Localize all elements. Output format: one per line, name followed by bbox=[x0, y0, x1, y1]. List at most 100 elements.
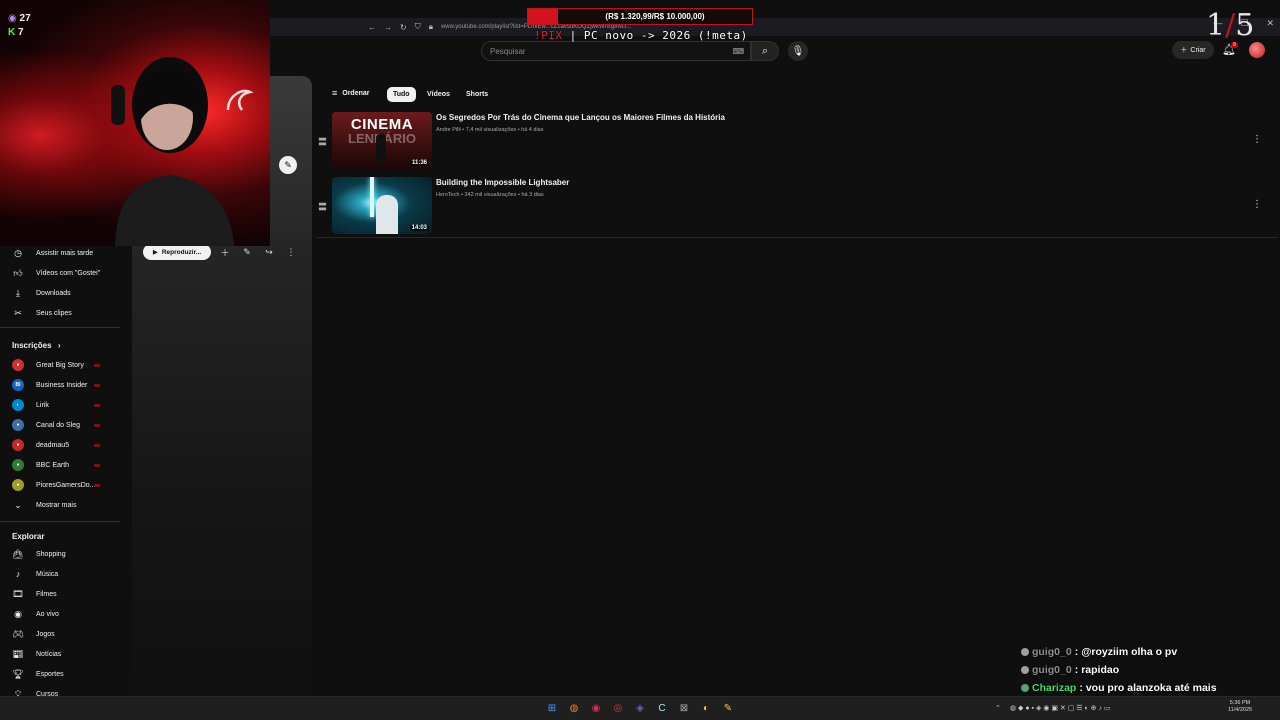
sidebar-item-show-more[interactable]: ⌄ Mostrar mais bbox=[12, 495, 76, 515]
thumbnail-figure bbox=[376, 195, 398, 234]
create-button[interactable]: ＋ Criar bbox=[1172, 41, 1214, 59]
pencil-icon[interactable]: ✎ bbox=[279, 156, 297, 174]
sidebar-item-subscription[interactable]: ● deadmau5 bbox=[12, 435, 100, 455]
windows-start-icon[interactable]: ⊞ bbox=[545, 701, 559, 715]
live-indicator bbox=[94, 444, 100, 447]
sort-button[interactable]: ≡ Ordenar bbox=[332, 88, 370, 98]
film-icon: 🎞︎ bbox=[12, 588, 24, 599]
more-vert-icon[interactable]: ⋮ bbox=[283, 244, 299, 260]
chip-videos[interactable]: Vídeos bbox=[421, 87, 456, 102]
tray-app-icon[interactable]: ◍ ◆ ● ▪ ◈ ◉ ▣ ✕ ▢ ☰ ◐ ⊕ ♪ ▭ bbox=[1010, 704, 1111, 712]
sidebar-item-subscription[interactable]: BI Business Insider bbox=[12, 375, 100, 395]
sidebar-item-subscription[interactable]: ◐ Lirik bbox=[12, 395, 100, 415]
edit-icon[interactable]: ✎ bbox=[239, 244, 255, 260]
donation-goal-bar: (R$ 1.320,99/R$ 10.000,00) bbox=[527, 8, 753, 25]
search-input[interactable]: Pesquisar ⌨ bbox=[481, 41, 751, 61]
sidebar-item-label: Filmes bbox=[36, 590, 57, 598]
chat-text: @royziim olha o pv bbox=[1081, 646, 1178, 658]
playlist-video-row[interactable]: 〓 14:03 Building the Impossible Lightsab… bbox=[316, 177, 1278, 241]
chat-badge-icon bbox=[1021, 666, 1029, 674]
add-icon[interactable]: ＋ bbox=[217, 244, 233, 260]
channel-avatar: ● bbox=[12, 419, 24, 431]
discord-icon[interactable]: ◈ bbox=[633, 701, 647, 715]
sidebar-item-subscription[interactable]: ● Canal do Sleg bbox=[12, 415, 100, 435]
pix-banner: !PIX | PC novo -> 2026 (!meta) bbox=[534, 29, 748, 42]
app-leaf-icon[interactable]: ✎ bbox=[721, 701, 735, 715]
sidebar-divider bbox=[0, 521, 120, 522]
chat-message: guig0_0: rapidao bbox=[1021, 664, 1119, 676]
video-duration: 14:03 bbox=[409, 225, 429, 231]
tray-chevron-icon[interactable]: ⌃ bbox=[995, 704, 1001, 712]
sidebar-item-label: BBC Earth bbox=[36, 461, 70, 469]
video-title[interactable]: Os Segredos Por Trás do Cinema que Lanço… bbox=[436, 113, 725, 122]
sidebar-item-gaming[interactable]: 🎮︎ Jogos bbox=[12, 624, 55, 644]
live-indicator bbox=[94, 364, 100, 367]
avatar[interactable] bbox=[1249, 42, 1265, 58]
sidebar-item-subscription[interactable]: ● BBC Earth bbox=[12, 455, 100, 475]
sidebar-item-music[interactable]: ♪ Música bbox=[12, 564, 58, 584]
chat-username: Charizap bbox=[1032, 682, 1077, 694]
forward-icon[interactable]: → bbox=[384, 23, 392, 32]
sidebar-item-news[interactable]: 📰︎ Notícias bbox=[12, 644, 61, 664]
system-clock[interactable]: 5:36 PM 11/4/2025 bbox=[1228, 700, 1252, 714]
play-all-button[interactable]: ▶ Reproduzir... bbox=[143, 244, 211, 260]
close-icon[interactable]: ✕ bbox=[1266, 18, 1274, 29]
lightsaber-blade bbox=[370, 177, 374, 217]
sidebar-item-sports[interactable]: 🏆︎ Esportes bbox=[12, 664, 63, 684]
more-vert-icon[interactable]: ⋮ bbox=[1252, 199, 1262, 210]
shopping-bag-icon: 👜︎ bbox=[12, 548, 24, 559]
sidebar-item-liked[interactable]: 👍︎ Vídeos com "Gostei" bbox=[12, 263, 100, 283]
video-thumbnail[interactable]: CINEMA LENDÁRIO 11:36 bbox=[332, 112, 432, 169]
divider bbox=[316, 237, 1278, 238]
viewer-stats: ◉ 27 K 7 bbox=[8, 12, 31, 40]
search-button[interactable]: ⌕ bbox=[751, 41, 779, 61]
video-thumbnail[interactable]: 14:03 bbox=[332, 177, 432, 234]
sidebar-item-label: Canal do Sleg bbox=[36, 421, 80, 429]
app-c-icon[interactable]: C bbox=[655, 701, 669, 715]
drag-handle-icon[interactable]: 〓 bbox=[318, 200, 327, 213]
share-icon[interactable]: ↪ bbox=[261, 244, 277, 260]
chat-username: guig0_0 bbox=[1032, 646, 1072, 658]
channel-avatar: ● bbox=[12, 479, 24, 491]
counter-total: 5 bbox=[1235, 8, 1255, 43]
video-title[interactable]: Building the Impossible Lightsaber bbox=[436, 178, 569, 187]
sidebar-item-downloads[interactable]: ⤓ Downloads bbox=[12, 283, 71, 303]
shield-icon[interactable]: ⛉ bbox=[415, 22, 421, 32]
chat-text: rapidao bbox=[1081, 664, 1120, 676]
voice-search-button[interactable]: 🎙︎ bbox=[788, 41, 808, 61]
sidebar-item-label: Jogos bbox=[36, 630, 55, 638]
sidebar-item-label: PioresGamersDo... bbox=[36, 481, 96, 489]
chip-shorts[interactable]: Shorts bbox=[460, 87, 494, 102]
keyboard-icon[interactable]: ⌨ bbox=[732, 47, 744, 56]
streamer-figure bbox=[111, 57, 235, 246]
neon-logo-icon bbox=[226, 89, 254, 111]
donation-goal-text: (R$ 1.320,99/R$ 10.000,00) bbox=[605, 12, 705, 21]
sidebar-item-clips[interactable]: ✂ Seus clipes bbox=[12, 303, 72, 323]
back-icon[interactable]: ← bbox=[368, 23, 376, 32]
chrome-icon[interactable]: ◐ bbox=[699, 701, 713, 715]
reload-icon[interactable]: ↻ bbox=[400, 23, 407, 32]
play-all-label: Reproduzir... bbox=[161, 248, 202, 256]
clock-date: 11/4/2025 bbox=[1228, 707, 1253, 713]
sidebar-item-watch-later[interactable]: ◷ Assistir mais tarde bbox=[12, 243, 93, 263]
channel-avatar: ◐ bbox=[12, 399, 24, 411]
subscriptions-header[interactable]: Inscrições › bbox=[12, 341, 60, 350]
chip-all[interactable]: Tudo bbox=[387, 87, 416, 102]
sidebar-item-subscription[interactable]: ● Great Big Story bbox=[12, 355, 100, 375]
more-vert-icon[interactable]: ⋮ bbox=[1252, 134, 1262, 145]
firefox-icon[interactable]: ◍ bbox=[567, 701, 581, 715]
drag-handle-icon[interactable]: 〓 bbox=[318, 135, 327, 148]
terminal-icon[interactable]: ⊠ bbox=[677, 701, 691, 715]
app-icon[interactable]: ◉ bbox=[589, 701, 603, 715]
sidebar-item-movies[interactable]: 🎞︎ Filmes bbox=[12, 584, 57, 604]
donation-progress-fill bbox=[528, 9, 558, 24]
obs-icon[interactable]: ◎ bbox=[611, 701, 625, 715]
sidebar-item-subscription[interactable]: ● PioresGamersDo... bbox=[12, 475, 100, 495]
sidebar-item-shopping[interactable]: 👜︎ Shopping bbox=[12, 544, 65, 564]
channel-avatar: BI bbox=[12, 379, 24, 391]
sidebar-item-live[interactable]: ◉ Ao vivo bbox=[12, 604, 59, 624]
chat-username: guig0_0 bbox=[1032, 664, 1072, 676]
create-label: Criar bbox=[1190, 46, 1206, 54]
playlist-video-row[interactable]: 〓 CINEMA LENDÁRIO 11:36 Os Segredos Por … bbox=[316, 112, 1278, 176]
play-icon: ▶ bbox=[152, 249, 158, 256]
